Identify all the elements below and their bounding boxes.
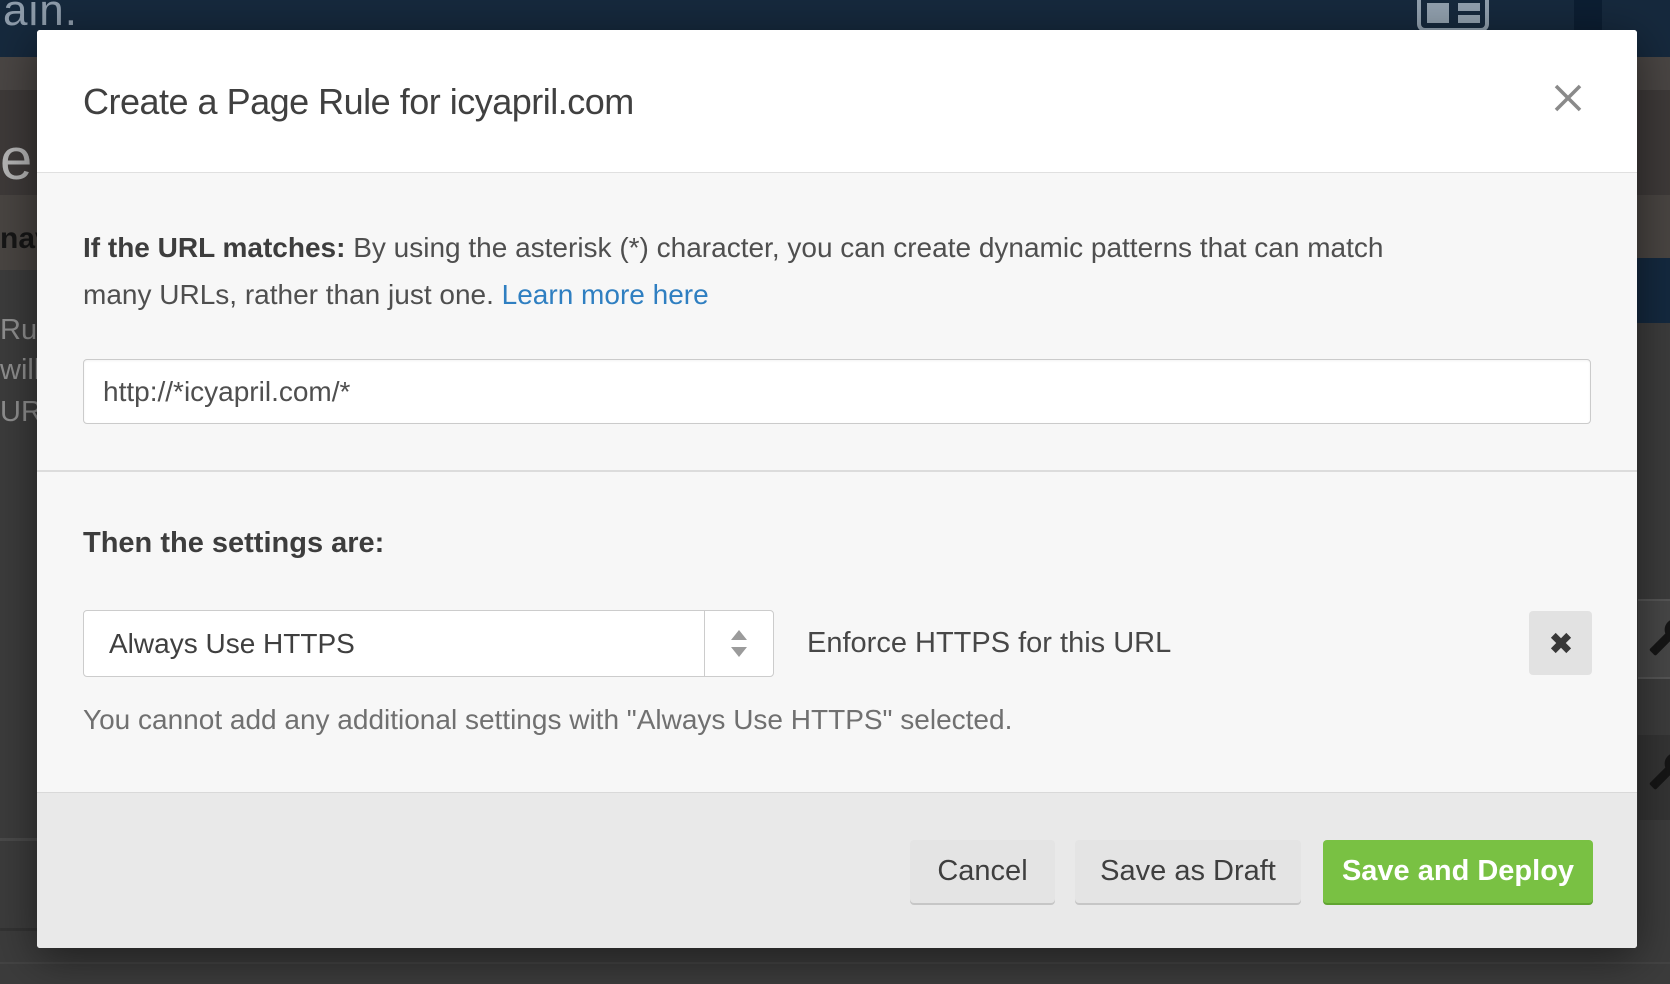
background-blue-button-sliver: [1634, 258, 1670, 323]
wrench-icon: [1648, 617, 1670, 657]
save-and-deploy-button[interactable]: Save and Deploy: [1323, 840, 1593, 903]
chevron-up-icon: [731, 630, 747, 640]
remove-icon: [1544, 626, 1578, 660]
url-pattern-input[interactable]: [83, 359, 1591, 424]
background-text-fragment: will: [0, 354, 40, 387]
url-match-description: If the URL matches: By using the asteris…: [83, 224, 1603, 318]
layout-icon-bar: [1458, 3, 1480, 11]
background-row-divider: [0, 962, 1670, 964]
layout-icon-bar: [1458, 15, 1480, 23]
create-page-rule-modal: Create a Page Rule for icyapril.com If t…: [37, 30, 1637, 948]
close-button[interactable]: [1544, 74, 1592, 122]
layout-columns-icon: [1417, 0, 1489, 32]
background-text-fragment: Ru: [0, 314, 37, 347]
modal-title: Create a Page Rule for icyapril.com: [83, 30, 634, 173]
modal-header: Create a Page Rule for icyapril.com: [37, 30, 1637, 173]
close-icon: [1550, 80, 1586, 116]
background-row: [1638, 599, 1670, 679]
section-divider: [37, 470, 1637, 472]
background-row-divider: [0, 928, 37, 931]
setting-select-value: Always Use HTTPS: [109, 611, 355, 676]
remove-setting-button[interactable]: [1529, 611, 1592, 675]
save-as-draft-button[interactable]: Save as Draft: [1075, 840, 1301, 903]
layout-icon-block: [1427, 3, 1449, 23]
settings-heading: Then the settings are:: [83, 527, 384, 560]
setting-description: Enforce HTTPS for this URL: [807, 610, 1171, 677]
background-row-divider: [0, 838, 37, 841]
wrench-icon: [1648, 751, 1670, 791]
learn-more-link[interactable]: Learn more here: [502, 279, 709, 310]
chevron-down-icon: [731, 647, 747, 657]
background-text-fragment: UR: [0, 396, 42, 429]
cancel-button[interactable]: Cancel: [910, 840, 1055, 903]
url-match-text-line1: By using the asterisk (*) character, you…: [345, 232, 1383, 263]
select-stepper[interactable]: [704, 611, 773, 676]
url-match-text-line2: many URLs, rather than just one.: [83, 279, 502, 310]
setting-select[interactable]: Always Use HTTPS: [83, 610, 774, 677]
modal-footer: Cancel Save as Draft Save and Deploy: [37, 792, 1637, 948]
url-match-label: If the URL matches:: [83, 232, 345, 263]
setting-helper-text: You cannot add any additional settings w…: [83, 704, 1012, 736]
background-row: [1638, 735, 1670, 820]
background-text-fragment: e: [0, 126, 32, 193]
